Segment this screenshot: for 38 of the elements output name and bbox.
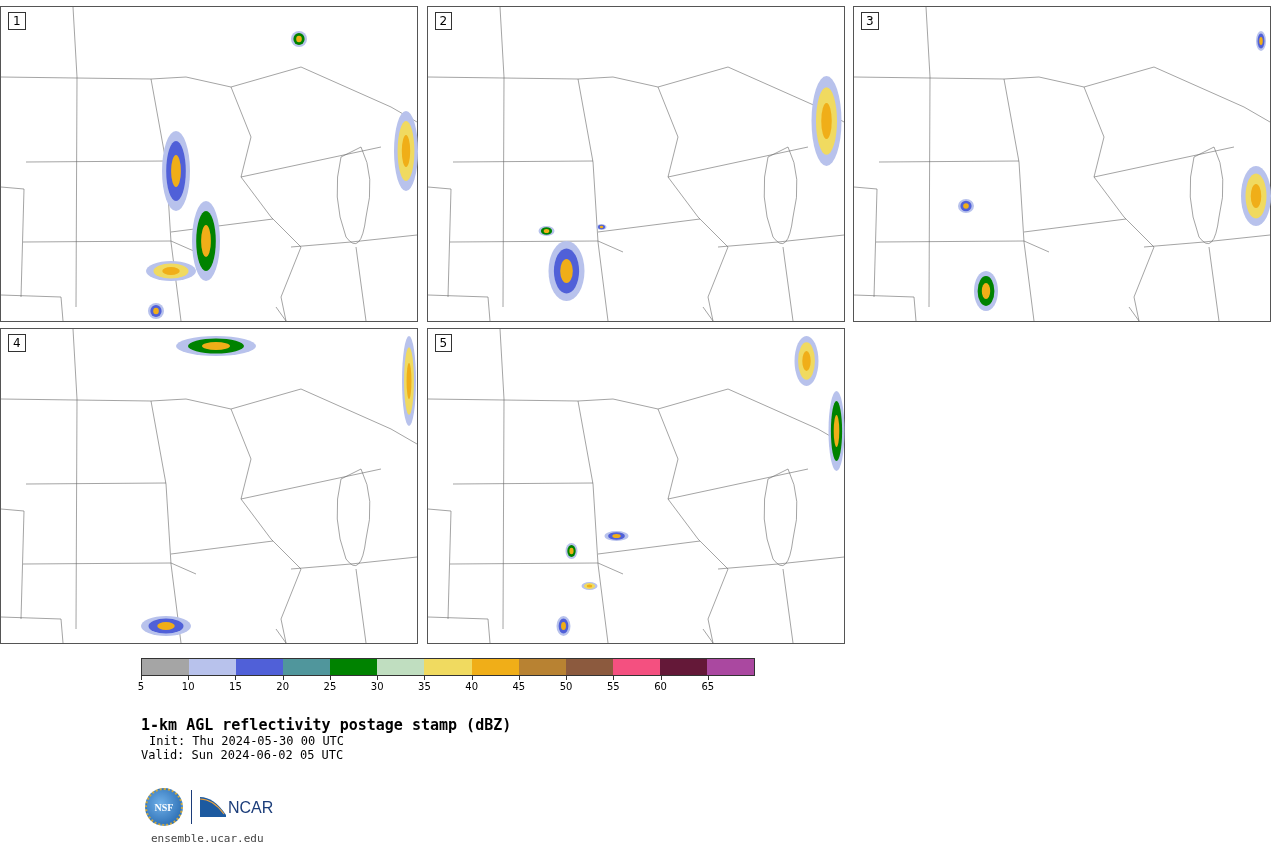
tick-label: 10 <box>181 681 195 692</box>
radar-echo <box>581 582 597 590</box>
radar-echo <box>596 224 606 230</box>
radar-echo <box>548 241 584 301</box>
nsf-logo: NSF <box>145 788 183 826</box>
panel-number: 4 <box>8 334 26 352</box>
tick-label: 30 <box>370 681 384 692</box>
radar-echo <box>958 199 974 213</box>
tick-label: 60 <box>654 681 667 692</box>
valid-time: Valid: Sun 2024-06-02 05 UTC <box>141 748 345 762</box>
radar-echo <box>794 336 818 386</box>
radar-echo <box>1256 31 1266 51</box>
tick-label: 50 <box>559 681 573 692</box>
panel-number: 1 <box>8 12 26 30</box>
tick-label: 5 <box>137 681 145 692</box>
init-time: Init: Thu 2024-05-30 00 UTC <box>148 734 346 748</box>
radar-echo <box>604 531 628 541</box>
tick-label: 65 <box>701 681 715 692</box>
tick-label: 45 <box>512 681 526 692</box>
radar-echo <box>974 271 998 311</box>
tick-label: 35 <box>418 681 431 692</box>
panel-number: 3 <box>861 12 879 30</box>
radar-echo <box>556 616 570 636</box>
tick-label: 15 <box>229 681 242 692</box>
tick-label: 40 <box>465 681 478 692</box>
tick-label: 20 <box>276 681 290 692</box>
radar-echo <box>141 616 191 636</box>
website-url: ensemble.ucar.edu <box>151 832 265 844</box>
radar-echo <box>565 543 577 559</box>
tick-label: 25 <box>323 681 337 692</box>
ncar-logo-icon <box>200 797 226 817</box>
tick-label: 55 <box>607 681 620 692</box>
radar-echo <box>291 31 307 47</box>
chart-title: 1-km AGL reflectivity postage stamp (dBZ) <box>141 716 513 734</box>
radar-echo <box>538 226 554 236</box>
radar-echo <box>1241 166 1271 226</box>
ncar-logo-text: NCAR <box>228 799 274 817</box>
radar-echo <box>148 303 164 319</box>
